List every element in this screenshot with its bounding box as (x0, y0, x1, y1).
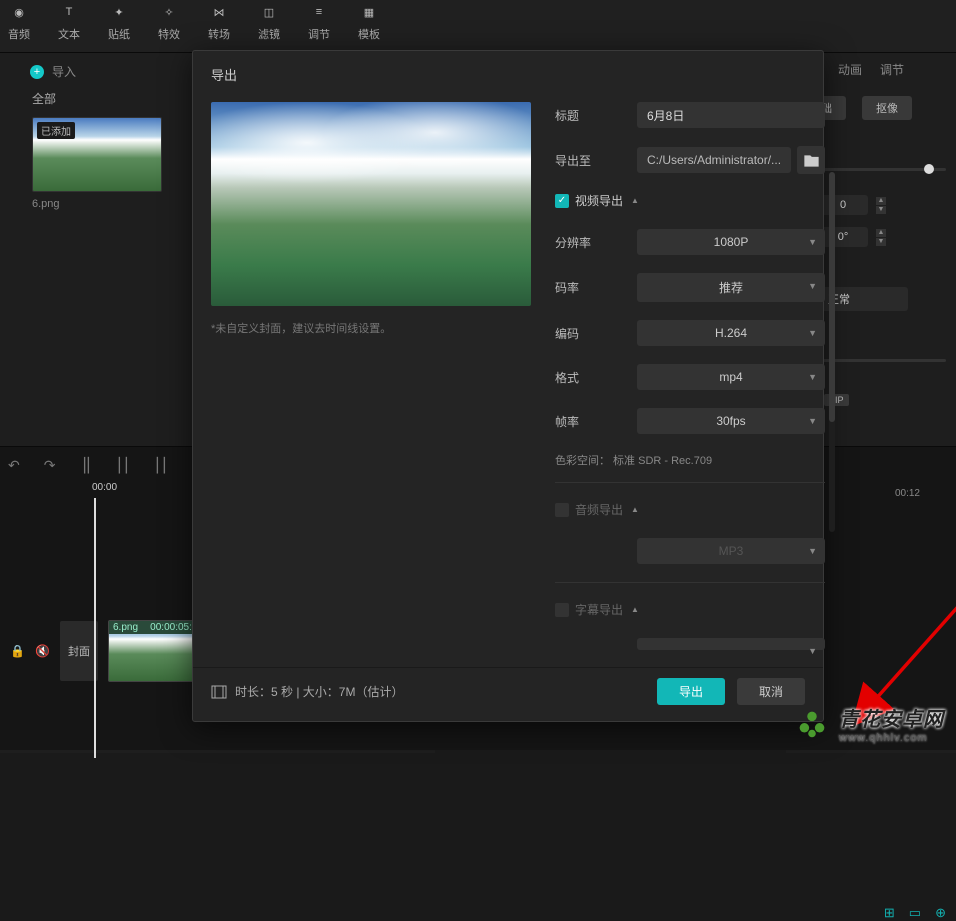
chevron-down-icon: ▼ (808, 372, 817, 382)
watermark-title: 青花安卓网 (839, 703, 944, 732)
scrollbar[interactable] (829, 172, 835, 532)
audio-format-row: MP3 ▼ (555, 538, 825, 564)
format-select[interactable]: mp4 ▼ (637, 364, 825, 390)
bitrate-label: 码率 (555, 279, 637, 296)
tool-icon-1[interactable]: ⊞ (884, 905, 895, 921)
footer-actions: 导出 取消 (657, 678, 805, 705)
watermark-logo-icon (793, 705, 831, 743)
chevron-down-icon: ▼ (808, 646, 817, 656)
audio-fmt-value: MP3 (719, 544, 744, 558)
video-section-label: 视频导出 (575, 192, 623, 209)
codec-value: H.264 (715, 326, 747, 340)
preview-image (211, 102, 531, 306)
collapse-icon[interactable]: ▲ (631, 196, 639, 205)
subtitle-export-toggle[interactable]: ✓ 字幕导出 ▲ (555, 601, 639, 618)
dialog-body: *未自定义封面，建议去时间线设置。 标题 导出至 C:/Users/Admini… (193, 98, 823, 668)
res-label: 分辨率 (555, 234, 637, 251)
bitrate-row: 码率 推荐 ▼ (555, 273, 825, 302)
chevron-down-icon: ▼ (808, 546, 817, 556)
form-column: 标题 导出至 C:/Users/Administrator/... ✓ (555, 102, 825, 668)
audio-export-toggle[interactable]: ✓ 音频导出 ▲ (555, 501, 639, 518)
chevron-down-icon: ▼ (808, 281, 817, 291)
audio-section-row: ✓ 音频导出 ▲ (555, 501, 825, 518)
footer-text: 时长：5 秒 | 大小：7M（估计） (235, 683, 403, 700)
path-text[interactable]: C:/Users/Administrator/... (637, 147, 791, 173)
collapse-icon[interactable]: ▲ (631, 505, 639, 514)
timeline-right-tools: ⊞ ▭ ⊕ (884, 905, 946, 921)
audio-fmt-select: MP3 ▼ (637, 538, 825, 564)
tool-icon-3[interactable]: ⊕ (935, 905, 946, 921)
subtitle-section-row: ✓ 字幕导出 ▲ (555, 601, 825, 618)
export-button[interactable]: 导出 (657, 678, 725, 705)
film-icon (211, 685, 227, 699)
checkbox-checked-icon: ✓ (555, 194, 569, 208)
codec-select[interactable]: H.264 ▼ (637, 320, 825, 346)
fps-label: 帧率 (555, 413, 637, 430)
preview-column: *未自定义封面，建议去时间线设置。 (211, 102, 531, 668)
res-value: 1080P (714, 235, 749, 249)
dialog-title: 导出 (193, 51, 823, 98)
export-dialog: 导出 *未自定义封面，建议去时间线设置。 标题 导出至 C:/Users/Adm… (192, 50, 824, 722)
format-row: 格式 mp4 ▼ (555, 364, 825, 390)
divider (555, 482, 825, 483)
path-label: 导出至 (555, 152, 637, 169)
fps-row: 帧率 30fps ▼ (555, 408, 825, 434)
watermark-url: www.qhhlv.com (839, 732, 944, 744)
folder-icon (804, 154, 819, 167)
video-export-toggle[interactable]: ✓ 视频导出 ▲ (555, 192, 639, 209)
tool-icon-2[interactable]: ▭ (909, 905, 921, 921)
title-label: 标题 (555, 107, 637, 124)
format-label: 格式 (555, 369, 637, 386)
fps-value: 30fps (716, 414, 745, 428)
title-input[interactable] (637, 102, 825, 128)
scroll-thumb[interactable] (829, 172, 835, 422)
chevron-down-icon: ▼ (808, 237, 817, 247)
path-row: 导出至 C:/Users/Administrator/... (555, 146, 825, 174)
chevron-down-icon: ▼ (808, 416, 817, 426)
preview-hint: *未自定义封面，建议去时间线设置。 (211, 320, 531, 336)
codec-label: 编码 (555, 325, 637, 342)
footer-info: 时长：5 秒 | 大小：7M（估计） (211, 683, 403, 700)
bitrate-select[interactable]: 推荐 ▼ (637, 273, 825, 302)
video-section-row: ✓ 视频导出 ▲ (555, 192, 825, 209)
bitrate-value: 推荐 (719, 279, 743, 296)
colorspace-info: 色彩空间： 标准 SDR - Rec.709 (555, 452, 825, 468)
fps-select[interactable]: 30fps ▼ (637, 408, 825, 434)
path-input-group: C:/Users/Administrator/... (637, 146, 825, 174)
cancel-button[interactable]: 取消 (737, 678, 805, 705)
checkbox-unchecked-icon: ✓ (555, 503, 569, 517)
title-row: 标题 (555, 102, 825, 128)
format-value: mp4 (719, 370, 742, 384)
audio-section-label: 音频导出 (575, 501, 623, 518)
dialog-backdrop: 导出 *未自定义封面，建议去时间线设置。 标题 导出至 C:/Users/Adm… (0, 0, 956, 750)
browse-button[interactable] (797, 146, 825, 174)
codec-row: 编码 H.264 ▼ (555, 320, 825, 346)
chevron-down-icon: ▼ (808, 328, 817, 338)
res-select[interactable]: 1080P ▼ (637, 229, 825, 255)
resolution-row: 分辨率 1080P ▼ (555, 229, 825, 255)
watermark: 青花安卓网 www.qhhlv.com (793, 703, 944, 744)
checkbox-unchecked-icon: ✓ (555, 603, 569, 617)
dialog-footer: 时长：5 秒 | 大小：7M（估计） 导出 取消 (193, 667, 823, 721)
subtitle-format-row: ▼ (555, 638, 825, 650)
divider (555, 582, 825, 583)
watermark-text: 青花安卓网 www.qhhlv.com (839, 703, 944, 744)
sub-fmt-select: ▼ (637, 638, 825, 650)
collapse-icon[interactable]: ▲ (631, 605, 639, 614)
subtitle-section-label: 字幕导出 (575, 601, 623, 618)
